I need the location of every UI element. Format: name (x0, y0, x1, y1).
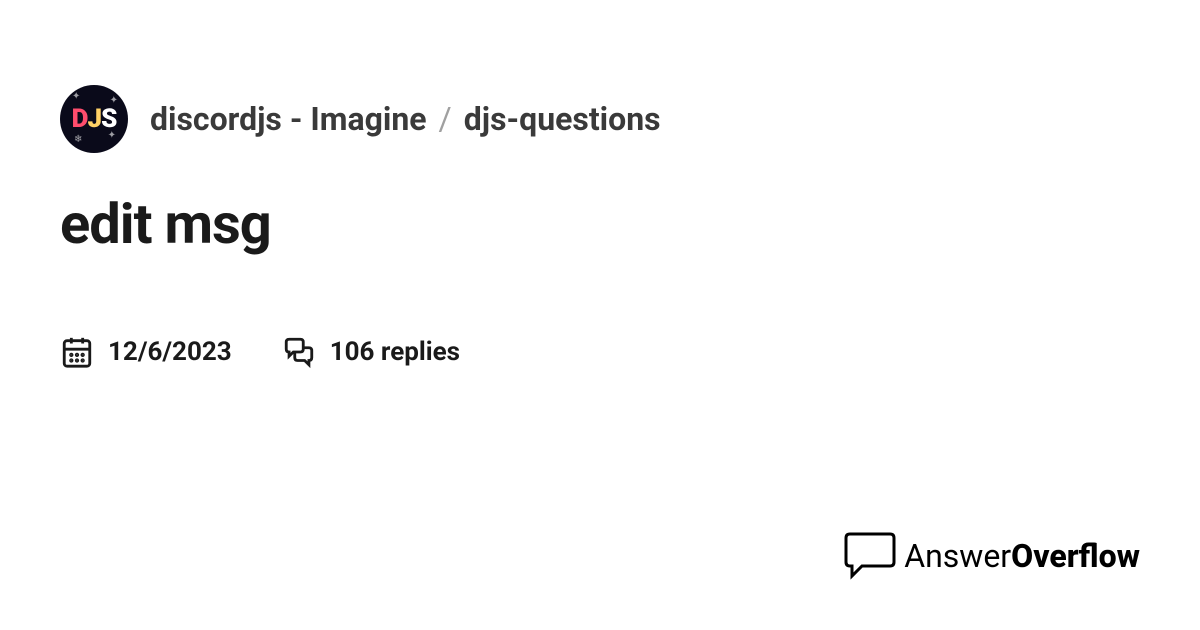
header: ✦ ✦ ❄ ✦ DJS discordjs - Imagine / djs-qu… (60, 85, 1140, 153)
post-meta: 12/6/2023 106 replies (60, 335, 1140, 369)
reply-count: 106 replies (330, 337, 460, 367)
replies-meta: 106 replies (282, 335, 460, 369)
server-avatar: ✦ ✦ ❄ ✦ DJS (60, 85, 128, 153)
brand-logo: AnswerOverflow (840, 532, 1140, 580)
breadcrumb: discordjs - Imagine / djs-questions (150, 100, 661, 138)
replies-icon (282, 335, 316, 369)
channel-name: djs-questions (464, 100, 661, 138)
post-title: edit msg (60, 191, 1140, 257)
brand-text: AnswerOverflow (904, 537, 1140, 575)
brand-answer: Answer (904, 537, 1011, 575)
date-meta: 12/6/2023 (60, 335, 232, 369)
server-name: discordjs - Imagine (150, 100, 427, 138)
breadcrumb-separator: / (439, 100, 452, 138)
calendar-icon (60, 335, 94, 369)
post-date: 12/6/2023 (108, 337, 232, 367)
brand-overflow: Overflow (1011, 537, 1140, 575)
speech-bubble-icon (840, 532, 900, 580)
